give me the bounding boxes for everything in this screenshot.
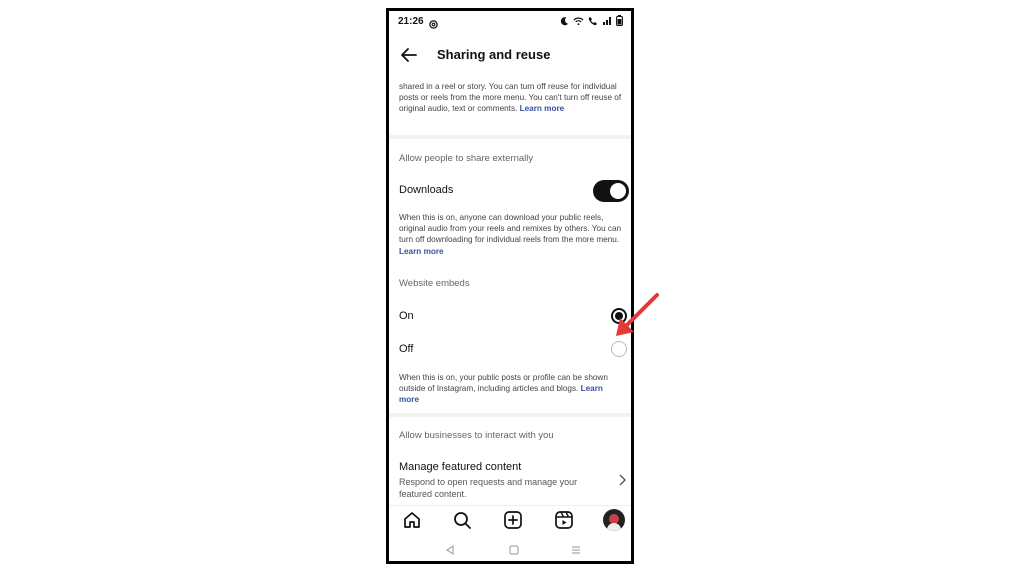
home-icon[interactable] xyxy=(401,509,423,531)
businesses-label: Allow businesses to interact with you xyxy=(399,430,554,441)
page-title: Sharing and reuse xyxy=(437,47,551,62)
red-pointer-arrow-icon xyxy=(616,293,659,336)
back-button[interactable] xyxy=(399,45,419,65)
share-externally-label: Allow people to share externally xyxy=(399,153,534,164)
website-embeds-label: Website embeds xyxy=(399,278,470,289)
system-nav-bar xyxy=(389,539,631,561)
featured-title: Manage featured content xyxy=(399,461,522,473)
call-icon xyxy=(588,16,598,26)
section-divider xyxy=(389,135,631,139)
system-recents-icon[interactable] xyxy=(569,543,583,557)
embeds-on-label: On xyxy=(399,310,414,322)
embeds-description: When this is on, your public posts or pr… xyxy=(399,373,608,405)
settings-list[interactable]: shared in a reel or story. You can turn … xyxy=(389,71,631,503)
bottom-nav xyxy=(389,505,631,534)
back-arrow-icon xyxy=(401,48,417,62)
intro-text: shared in a reel or story. You can turn … xyxy=(399,82,622,114)
embeds-off-radio[interactable] xyxy=(611,341,627,357)
profile-avatar[interactable] xyxy=(603,509,625,531)
wifi-icon xyxy=(573,16,584,26)
featured-subtitle: Respond to open requests and manage your… xyxy=(399,477,578,499)
status-time: 21:26 xyxy=(398,16,424,27)
threads-icon xyxy=(429,16,438,34)
manage-featured-content-row[interactable]: Manage featured content Respond to open … xyxy=(389,455,631,501)
toggle-knob xyxy=(610,183,626,199)
phone-frame: 21:26 Sharing and reuse shared in a reel… xyxy=(386,8,634,564)
intro-learn-more-link[interactable]: Learn more xyxy=(520,104,565,113)
status-bar: 21:26 xyxy=(389,11,631,33)
downloads-toggle[interactable] xyxy=(593,180,629,202)
create-icon[interactable] xyxy=(502,509,524,531)
downloads-learn-more-link[interactable]: Learn more xyxy=(399,247,444,256)
moon-icon xyxy=(560,16,569,26)
reels-icon[interactable] xyxy=(553,509,575,531)
chevron-right-icon xyxy=(617,473,627,487)
page-header: Sharing and reuse xyxy=(389,39,631,69)
embeds-off-label: Off xyxy=(399,343,414,355)
section-divider xyxy=(389,413,631,417)
search-icon[interactable] xyxy=(451,509,473,531)
system-back-icon[interactable] xyxy=(443,543,457,557)
downloads-description: When this is on, anyone can download you… xyxy=(399,213,622,256)
system-home-icon[interactable] xyxy=(507,543,521,557)
downloads-label: Downloads xyxy=(399,184,454,196)
battery-icon xyxy=(616,15,623,26)
signal-icon xyxy=(602,16,612,26)
